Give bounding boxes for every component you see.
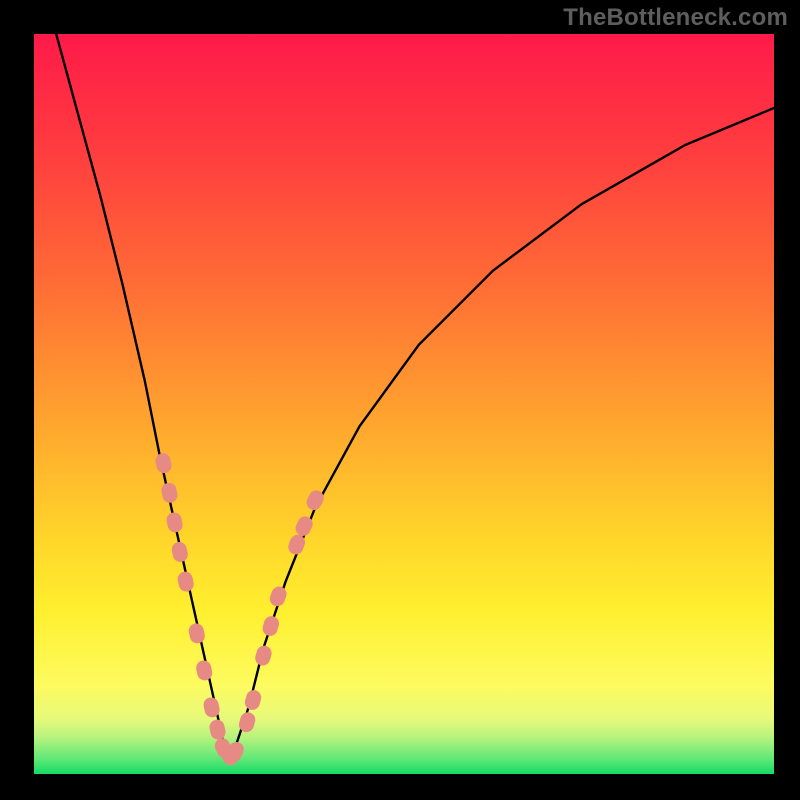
marker-capsule	[261, 614, 281, 637]
marker-capsule	[154, 452, 173, 475]
marker-capsule	[268, 584, 289, 608]
marker-group	[154, 452, 326, 768]
marker-capsule	[187, 622, 206, 645]
marker-capsule	[176, 570, 195, 593]
marker-capsule	[160, 481, 179, 504]
marker-capsule	[208, 718, 227, 741]
marker-capsule	[243, 688, 263, 711]
marker-capsule	[165, 511, 184, 534]
bottleneck-curve	[34, 34, 774, 759]
plot-area	[34, 34, 774, 774]
watermark-label: TheBottleneck.com	[563, 4, 788, 32]
chart-svg	[34, 34, 774, 774]
marker-capsule	[195, 659, 214, 682]
outer-frame: TheBottleneck.com	[0, 0, 800, 800]
marker-capsule	[253, 644, 273, 667]
marker-capsule	[170, 541, 189, 564]
